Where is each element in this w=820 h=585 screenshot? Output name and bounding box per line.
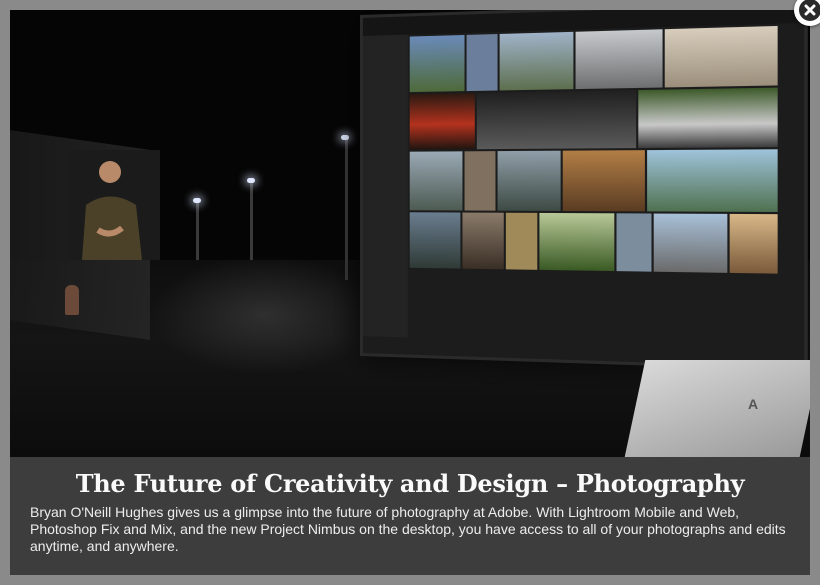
caption-title: The Future of Creativity and Design – Ph… — [75, 469, 745, 498]
photo-thumbnail — [476, 90, 637, 150]
adobe-logo-icon: A — [748, 396, 759, 412]
photo-thumbnail — [647, 149, 778, 213]
photo-thumbnail — [409, 92, 475, 150]
photo-grid — [409, 25, 793, 352]
photo-thumbnail — [653, 213, 728, 273]
light-pole — [345, 138, 348, 280]
photo-thumbnail — [462, 212, 504, 270]
photo-thumbnail — [409, 151, 463, 211]
photo-thumbnail — [499, 31, 574, 91]
photo-thumbnail — [466, 34, 498, 92]
photo-thumbnail — [664, 25, 778, 88]
photo-thumbnail — [409, 212, 461, 269]
presenter-on-screen — [70, 150, 160, 260]
caption-description: Bryan O'Neill Hughes gives us a glimpse … — [30, 504, 786, 554]
light-lamp — [193, 198, 201, 203]
photo-thumbnail — [497, 150, 561, 211]
close-icon — [799, 0, 820, 21]
lightbox-dialog: A The Future of Creativity and Design – … — [10, 10, 810, 575]
photo-thumbnail — [638, 87, 778, 149]
photo-thumbnail — [464, 151, 496, 211]
caption-panel: The Future of Creativity and Design – Ph… — [10, 457, 810, 575]
adobe-podium — [624, 360, 810, 457]
speaker-figure — [65, 285, 79, 315]
photo-stage-scene: A — [10, 10, 810, 457]
photo-thumbnail — [575, 29, 663, 90]
lightroom-display-screen — [360, 10, 808, 371]
light-lamp — [341, 135, 349, 140]
photo-thumbnail — [409, 34, 465, 93]
photo-thumbnail — [562, 150, 645, 212]
photo-thumbnail — [539, 212, 615, 272]
photo-thumbnail — [505, 212, 538, 270]
light-pole — [196, 200, 199, 260]
app-sidebar — [362, 34, 408, 338]
photo-thumbnail — [616, 213, 652, 272]
light-pole — [250, 180, 253, 260]
photo-thumbnail — [729, 213, 778, 274]
light-lamp — [247, 178, 255, 183]
